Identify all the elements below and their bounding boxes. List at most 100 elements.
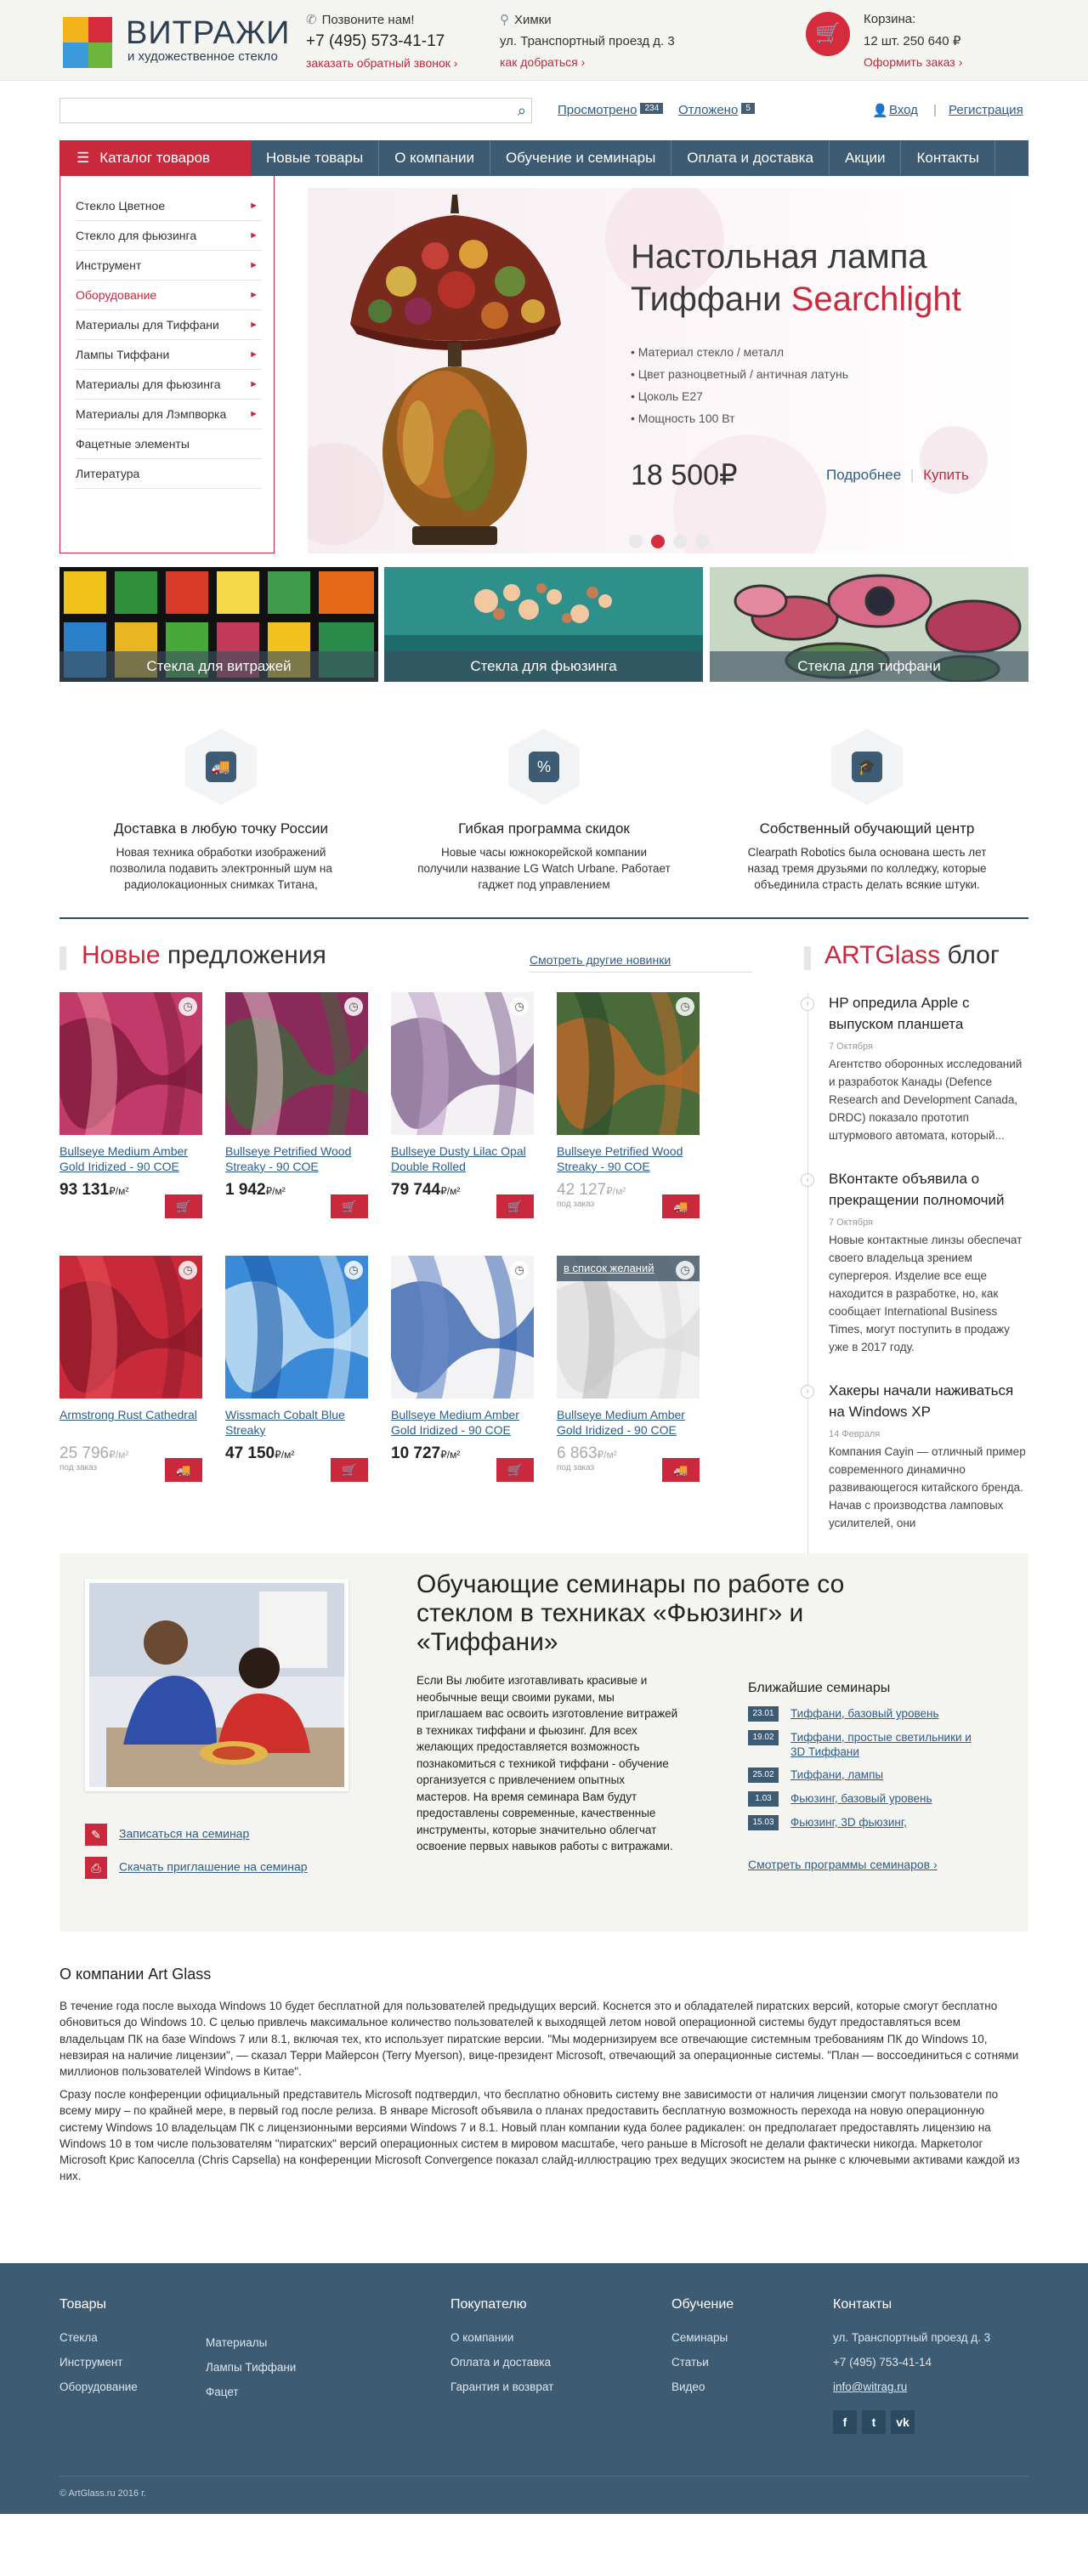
all-seminars-link[interactable]: Смотреть программы семинаров › [748, 1858, 938, 1871]
cart-icon[interactable]: 🛒 [331, 1458, 368, 1482]
tile-label[interactable]: Стекла для фьюзинга [384, 651, 703, 682]
catalog-item[interactable]: Литература [76, 459, 262, 489]
cart-icon[interactable]: 🛒 [331, 1194, 368, 1218]
search-input[interactable] [60, 99, 485, 122]
callback-link[interactable]: заказать обратный звонок › [306, 56, 457, 70]
seminar-item[interactable]: 25.02 Тиффани, лампы [748, 1767, 883, 1783]
catalog-item-label[interactable]: Стекло для фьюзинга [76, 229, 196, 242]
logo[interactable]: ВИТРАЖИ и художественное стекло [60, 14, 289, 68]
seminar-label[interactable]: Тиффани, лампы [790, 1767, 883, 1782]
viewed-label[interactable]: Просмотрено [558, 103, 637, 117]
footer-link[interactable]: Инструмент [60, 2356, 138, 2380]
seminar-item[interactable]: 15.03 Фьюзинг, 3D фьюзинг, [748, 1815, 907, 1830]
clock-icon[interactable]: ◷ [510, 1261, 529, 1279]
product-image[interactable]: ◷ [391, 1256, 534, 1399]
truck-icon[interactable]: 🚚 [165, 1458, 202, 1482]
clock-icon[interactable]: ◷ [510, 997, 529, 1016]
seminar-signup-link[interactable]: ✎ Записаться на семинар [85, 1824, 249, 1846]
footer-link[interactable]: Семинары [672, 2331, 734, 2356]
catalog-item[interactable]: Стекло для фьюзинга ► [76, 221, 262, 251]
seminar-item[interactable]: 19.02 Тиффани, простые светильники и 3D Т… [748, 1730, 986, 1759]
seminar-label[interactable]: Тиффани, базовый уровень [790, 1706, 939, 1721]
footer-link[interactable]: Оплата и доставка [450, 2356, 553, 2380]
catalog-item-label[interactable]: Лампы Тиффани [76, 348, 169, 361]
seminar-label[interactable]: Фьюзинг, 3D фьюзинг, [790, 1815, 907, 1830]
slider-dot[interactable] [695, 535, 709, 548]
slide-more-link[interactable]: Подробнее [826, 467, 901, 483]
seminar-label[interactable]: Фьюзинг, базовый уровень [790, 1791, 932, 1806]
search-icon[interactable]: ⌕ [518, 102, 526, 120]
nav-item[interactable]: Оплата и доставка [672, 140, 830, 176]
seminar-item[interactable]: 23.01 Тиффани, базовый уровень [748, 1706, 939, 1722]
footer-link[interactable]: Статьи [672, 2356, 734, 2380]
truck-icon[interactable]: 🚚 [662, 1194, 700, 1218]
slide-buy-link[interactable]: Купить [923, 467, 969, 483]
nav-item[interactable]: Контакты [901, 140, 995, 176]
clock-icon[interactable]: ◷ [676, 997, 694, 1016]
product-name[interactable]: Wissmach Cobalt Blue Streaky [225, 1407, 368, 1438]
catalog-menu-button[interactable]: ☰ Каталог товаров [60, 140, 251, 176]
slider-dot[interactable] [673, 535, 687, 548]
footer-link[interactable]: Гарантия и возврат [450, 2380, 553, 2405]
signup-label[interactable]: Записаться на семинар [119, 1827, 249, 1841]
login-link[interactable]: Вход [889, 103, 918, 117]
catalog-item-label[interactable]: Инструмент [76, 258, 141, 272]
see-more-products-link[interactable]: Смотреть другие новинки [530, 953, 671, 967]
footer-email[interactable]: info@witrag.ru [833, 2380, 990, 2405]
route-link[interactable]: как добраться › [500, 55, 675, 69]
product-name[interactable]: Bullseye Medium Amber Gold Iridized - 90… [557, 1407, 700, 1438]
viewed-link[interactable]: Просмотрено 234 [558, 103, 664, 117]
search-box[interactable]: ⌕ [60, 98, 532, 123]
product-image[interactable]: ◷ [557, 992, 700, 1135]
product-image[interactable]: в список желаний ◷ [557, 1256, 700, 1399]
cart-icon[interactable]: 🛒 [496, 1194, 534, 1218]
slider-dot[interactable] [651, 535, 665, 548]
clock-icon[interactable]: ◷ [178, 1261, 197, 1279]
product-image[interactable]: ◷ [225, 1256, 368, 1399]
catalog-item-label[interactable]: Оборудование [76, 288, 156, 302]
footer-link[interactable]: Лампы Тиффани [206, 2361, 296, 2386]
product-name[interactable]: Bullseye Medium Amber Gold Iridized - 90… [60, 1143, 202, 1174]
footer-link[interactable]: Стекла [60, 2331, 138, 2356]
seminar-item[interactable]: 1.03 Фьюзинг, базовый уровень [748, 1791, 932, 1807]
download-label[interactable]: Скачать приглашение на семинар [119, 1860, 308, 1874]
product-image[interactable]: ◷ [60, 1256, 202, 1399]
catalog-item-label[interactable]: Литература [76, 467, 139, 480]
twitter-icon[interactable]: t [862, 2410, 886, 2434]
nav-item[interactable]: Новые товары [251, 140, 380, 176]
product-image[interactable]: ◷ [391, 992, 534, 1135]
slider-dot[interactable] [629, 535, 643, 548]
catalog-item-label[interactable]: Материалы для фьюзинга [76, 377, 221, 391]
footer-phone[interactable]: +7 (495) 753-41-14 [833, 2356, 990, 2380]
blog-post-title[interactable]: Хакеры начали наживаться на Windows XP [829, 1380, 1028, 1422]
truck-icon[interactable]: 🚚 [662, 1458, 700, 1482]
cart-icon[interactable]: 🛒 [496, 1458, 534, 1482]
tile-fusing-glass[interactable]: Стекла для фьюзинга [384, 567, 703, 682]
footer-link[interactable]: Оборудование [60, 2380, 138, 2405]
product-name[interactable]: Armstrong Rust Cathedral [60, 1407, 202, 1438]
catalog-item-label[interactable]: Материалы для Лэмпворка [76, 407, 226, 421]
product-image[interactable]: ◷ [60, 992, 202, 1135]
footer-link[interactable]: Видео [672, 2380, 734, 2405]
tile-tiffany-glass[interactable]: Стекла для тиффани [710, 567, 1028, 682]
footer-link[interactable]: Фацет [206, 2386, 296, 2410]
product-image[interactable]: ◷ [225, 992, 368, 1135]
seminar-label[interactable]: Тиффани, простые светильники и 3D Тиффан… [790, 1730, 986, 1759]
clock-icon[interactable]: ◷ [344, 1261, 363, 1279]
seminar-download-link[interactable]: ⎙ Скачать приглашение на семинар [85, 1857, 308, 1879]
catalog-item[interactable]: Материалы для Лэмпворка ► [76, 400, 262, 429]
cart-icon[interactable]: 🛒 [165, 1194, 202, 1218]
cart-icon[interactable]: 🛒 [806, 12, 850, 56]
nav-item[interactable]: Обучение и семинары [490, 140, 672, 176]
product-name[interactable]: Bullseye Medium Amber Gold Iridized - 90… [391, 1407, 534, 1438]
catalog-item[interactable]: Стекло Цветное ► [76, 191, 262, 221]
catalog-item[interactable]: Материалы для фьюзинга ► [76, 370, 262, 400]
blog-post-title[interactable]: ВКонтакте объявила о прекращении полномо… [829, 1168, 1028, 1211]
checkout-link[interactable]: Оформить заказ › [864, 55, 962, 69]
postponed-label[interactable]: Отложено [678, 103, 738, 117]
postponed-link[interactable]: Отложено 5 [678, 103, 755, 117]
tile-stained-glass[interactable]: Стекла для витражей [60, 567, 378, 682]
catalog-item[interactable]: Фацетные элементы [76, 429, 262, 459]
catalog-item[interactable]: Материалы для Тиффани ► [76, 310, 262, 340]
clock-icon[interactable]: ◷ [178, 997, 197, 1016]
